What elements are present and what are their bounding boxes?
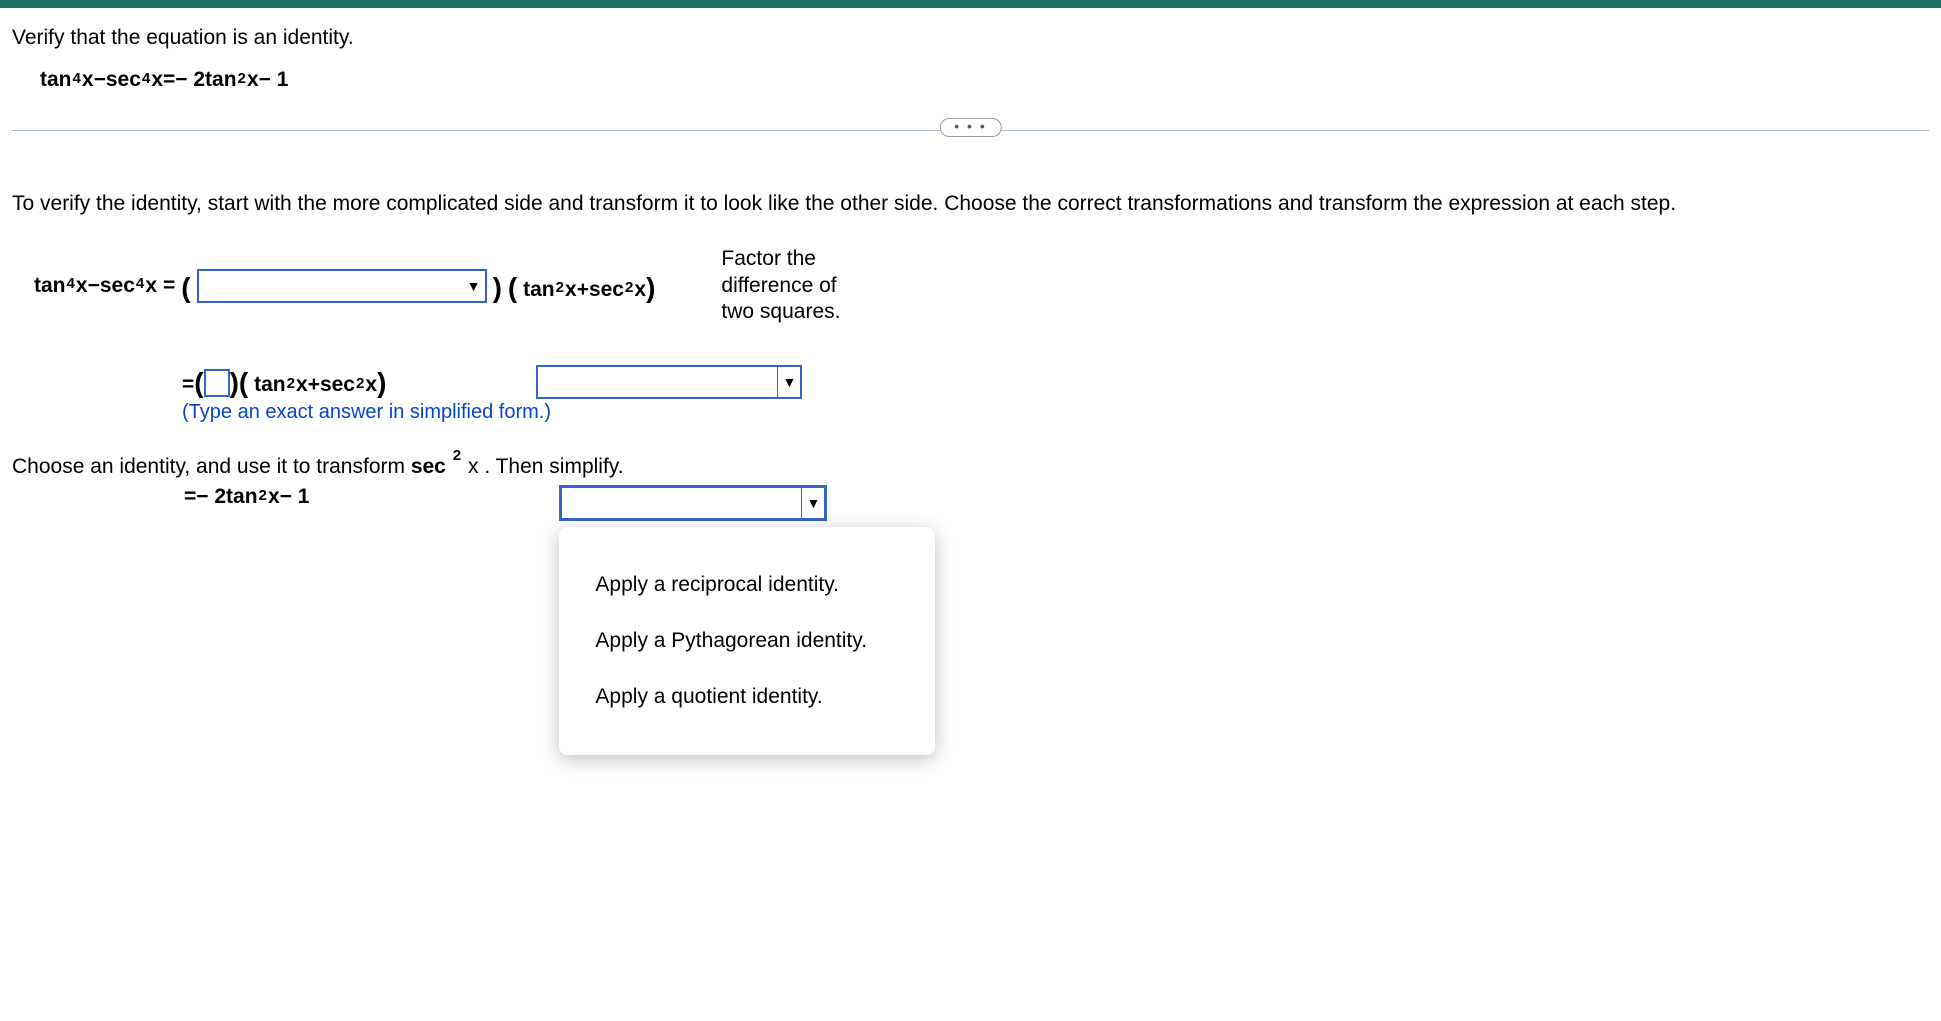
page-content: Verify that the equation is an identity.… xyxy=(0,8,1941,561)
op-minus: − xyxy=(94,68,106,92)
final-row: = − 2 tan 2 x − 1 ▼ Apply a reciprocal i… xyxy=(12,485,1929,521)
exp-2: 2 xyxy=(287,375,295,392)
tail: − 1 xyxy=(259,68,289,92)
step3-suffix: . Then simplify. xyxy=(484,455,623,478)
dots-icon: • • • xyxy=(954,118,986,134)
fn-sec: sec xyxy=(411,455,446,478)
tail: − 1 xyxy=(280,485,310,509)
exp-2: 2 xyxy=(556,279,564,296)
var-x: x xyxy=(365,373,377,397)
var-x: x xyxy=(76,274,88,298)
var-x: x xyxy=(145,274,157,298)
paren-close: ) xyxy=(230,367,239,399)
var-x: x xyxy=(296,373,308,397)
exp-2: 2 xyxy=(238,70,246,87)
var-x: x xyxy=(634,278,646,302)
fn-tan: tan xyxy=(226,485,258,509)
var-x: x xyxy=(565,278,577,302)
problem-instruction: Verify that the equation is an identity. xyxy=(12,26,1929,50)
paren-close: ) xyxy=(493,272,502,304)
reason-line: difference of xyxy=(721,273,840,299)
final-expr: = − 2 tan 2 x − 1 xyxy=(184,485,309,509)
exp-4: 4 xyxy=(142,70,150,87)
identity-equation: tan 4 x − sec 4 x = − 2 tan 2 x − 1 xyxy=(40,68,1929,92)
paren-open: ( xyxy=(239,367,248,399)
dropdown-option-quotient[interactable]: Apply a quotient identity. xyxy=(577,669,917,725)
fn-tan: tan xyxy=(34,274,66,298)
exp-2: 2 xyxy=(259,487,267,504)
fn-sec: sec xyxy=(100,274,135,298)
paren-open: ( xyxy=(508,272,517,304)
dropdown-option-reciprocal[interactable]: Apply a reciprocal identity. xyxy=(577,557,917,613)
step1-factor-dropdown[interactable]: ▼ xyxy=(197,269,487,303)
step1-reason: Factor the difference of two squares. xyxy=(721,246,840,325)
exp-2: 2 xyxy=(356,375,364,392)
op-plus: + xyxy=(308,373,320,397)
step2-row: = ( ) ( tan 2 x + sec 2 x ) ▼ xyxy=(12,365,1929,399)
coef: − 2 xyxy=(196,485,226,509)
chevron-down-icon: ▼ xyxy=(463,278,485,294)
fn-tan: tan xyxy=(254,373,286,397)
reason-line: Factor the xyxy=(721,246,840,272)
step3-prefix: Choose an identity, and use it to transf… xyxy=(12,455,411,478)
var-x: x xyxy=(151,68,163,92)
verify-instructions: To verify the identity, start with the m… xyxy=(12,190,1929,218)
step2-answer-input[interactable] xyxy=(204,369,230,397)
exp-2: 2 xyxy=(453,447,461,464)
op-eq: = xyxy=(184,485,196,509)
exp-2: 2 xyxy=(625,279,633,296)
app-header-bar xyxy=(0,0,1941,8)
exp-4: 4 xyxy=(136,275,144,292)
expand-pill[interactable]: • • • xyxy=(939,118,1001,137)
op-minus: − xyxy=(88,274,100,298)
step2-expr: = ( ) ( tan 2 x + sec 2 x ) xyxy=(182,365,386,397)
step2-reason-dropdown[interactable]: ▼ xyxy=(536,365,802,399)
var-x: x xyxy=(468,455,479,478)
step1-factor2: ( tan 2 x + sec 2 x ) xyxy=(508,270,656,302)
exp-4: 4 xyxy=(67,275,75,292)
dropdown-option-pythagorean[interactable]: Apply a Pythagorean identity. xyxy=(577,613,917,669)
reason-line: two squares. xyxy=(721,299,840,325)
fn-sec: sec xyxy=(106,68,141,92)
op-plus: + xyxy=(577,278,589,302)
step2-hint: (Type an exact answer in simplified form… xyxy=(182,401,1929,424)
paren-close: ) xyxy=(646,272,655,304)
chevron-down-icon: ▼ xyxy=(801,488,824,518)
fn-tan: tan xyxy=(205,68,237,92)
op-eq: = xyxy=(163,68,175,92)
var-x: x xyxy=(268,485,280,509)
fn-sec: sec xyxy=(589,278,624,302)
dropdown-menu: Apply a reciprocal identity. Apply a Pyt… xyxy=(559,527,935,755)
var-x: x xyxy=(247,68,259,92)
step1-row: tan 4 x − sec 4 x = ( ▼ ) ( tan 2 x + se… xyxy=(34,246,1929,325)
coef: − 2 xyxy=(175,68,205,92)
var-x: x xyxy=(82,68,94,92)
chevron-down-icon: ▼ xyxy=(777,367,800,397)
op-eq: = xyxy=(163,274,175,298)
paren-open: ( xyxy=(181,272,190,304)
paren-open: ( xyxy=(194,367,203,399)
step3-reason-dropdown[interactable]: ▼ xyxy=(559,485,827,521)
fn-tan: tan xyxy=(40,68,72,92)
step1-lhs: tan 4 x − sec 4 x xyxy=(34,274,157,298)
paren-close: ) xyxy=(377,367,386,399)
fn-tan: tan xyxy=(523,278,555,302)
section-separator: • • • xyxy=(12,116,1929,146)
exp-4: 4 xyxy=(73,70,81,87)
fn-sec: sec xyxy=(320,373,355,397)
op-eq: = xyxy=(182,373,194,397)
step3-instruction: Choose an identity, and use it to transf… xyxy=(12,452,1929,479)
